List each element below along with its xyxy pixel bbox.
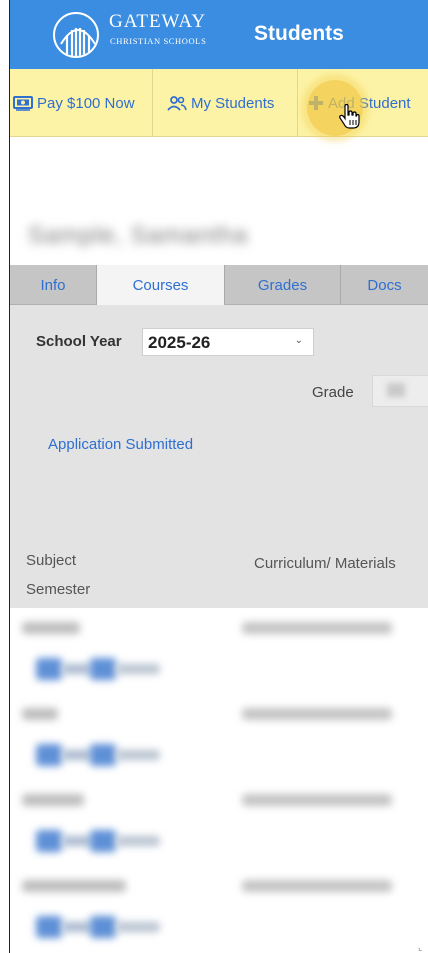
course-subject-redacted bbox=[22, 794, 84, 806]
courses-panel: School Year 2025-26 ⌄ Grade Application … bbox=[10, 305, 428, 608]
tab-docs[interactable]: Docs bbox=[341, 265, 428, 305]
semester-toggle-1[interactable] bbox=[36, 658, 62, 680]
course-curriculum-redacted bbox=[242, 622, 392, 634]
semester-label-redacted bbox=[116, 664, 160, 674]
semester-label-redacted bbox=[62, 750, 92, 760]
my-students-button[interactable]: My Students bbox=[153, 69, 298, 137]
gateway-logo[interactable]: GATEWAY CHRISTIAN SCHOOLS bbox=[53, 10, 243, 58]
action-toolbar: Pay $100 Now My Students Add Student bbox=[10, 69, 428, 137]
course-subject-redacted bbox=[22, 622, 80, 634]
tab-courses[interactable]: Courses bbox=[97, 265, 225, 306]
my-students-label: My Students bbox=[191, 94, 275, 112]
pay-now-label: Pay $100 Now bbox=[37, 94, 135, 112]
logo-subtitle: CHRISTIAN SCHOOLS bbox=[110, 36, 207, 46]
course-list bbox=[10, 608, 428, 953]
semester-toggle-1[interactable] bbox=[36, 744, 62, 766]
semester-toggle-1[interactable] bbox=[36, 916, 62, 938]
course-curriculum-redacted bbox=[242, 794, 392, 806]
course-subject-redacted bbox=[22, 880, 126, 892]
column-subject: Subject bbox=[26, 552, 77, 569]
hand-cursor-icon bbox=[338, 103, 360, 134]
school-year-select[interactable]: 2025-26 ⌄ bbox=[142, 328, 314, 356]
course-row bbox=[10, 780, 428, 866]
logo-emblem-icon bbox=[53, 12, 99, 58]
chevron-down-icon: ⌄ bbox=[294, 335, 303, 346]
app-header: GATEWAY CHRISTIAN SCHOOLS Students bbox=[10, 0, 428, 69]
semester-toggle-2[interactable] bbox=[90, 744, 116, 766]
resize-grip-icon[interactable]: ⌞ bbox=[418, 942, 422, 953]
semester-toggle-2[interactable] bbox=[90, 916, 116, 938]
people-icon bbox=[167, 95, 187, 111]
tab-info[interactable]: Info bbox=[10, 265, 97, 305]
column-semester: Semester bbox=[26, 581, 91, 598]
course-curriculum-redacted bbox=[242, 880, 392, 892]
course-curriculum-redacted bbox=[242, 708, 392, 720]
school-year-label: School Year bbox=[36, 333, 122, 350]
course-subject-redacted bbox=[22, 708, 58, 720]
semester-label-redacted bbox=[62, 836, 92, 846]
semester-label-redacted bbox=[116, 922, 160, 932]
course-row bbox=[10, 866, 428, 952]
tab-grades[interactable]: Grades bbox=[225, 265, 341, 305]
semester-toggle-2[interactable] bbox=[90, 830, 116, 852]
grade-label: Grade bbox=[312, 384, 354, 401]
application-status-link[interactable]: Application Submitted bbox=[48, 436, 193, 453]
student-name: Sample, Samantha bbox=[28, 222, 249, 249]
column-curriculum: Curriculum/ Materials bbox=[254, 555, 396, 572]
semester-label-redacted bbox=[62, 664, 92, 674]
grade-field[interactable] bbox=[372, 375, 428, 407]
page-title: Students bbox=[254, 22, 344, 45]
semester-label-redacted bbox=[116, 836, 160, 846]
school-year-value: 2025-26 bbox=[148, 333, 211, 352]
student-tabs: Info Courses Grades Docs bbox=[10, 265, 428, 306]
logo-name: GATEWAY bbox=[109, 11, 207, 32]
semester-label-redacted bbox=[116, 750, 160, 760]
course-row bbox=[10, 694, 428, 780]
payment-icon bbox=[13, 95, 33, 111]
grade-value-redacted bbox=[387, 383, 405, 397]
course-row bbox=[10, 608, 428, 694]
semester-toggle-1[interactable] bbox=[36, 830, 62, 852]
semester-toggle-2[interactable] bbox=[90, 658, 116, 680]
pay-now-button[interactable]: Pay $100 Now bbox=[10, 69, 153, 137]
semester-label-redacted bbox=[62, 922, 92, 932]
